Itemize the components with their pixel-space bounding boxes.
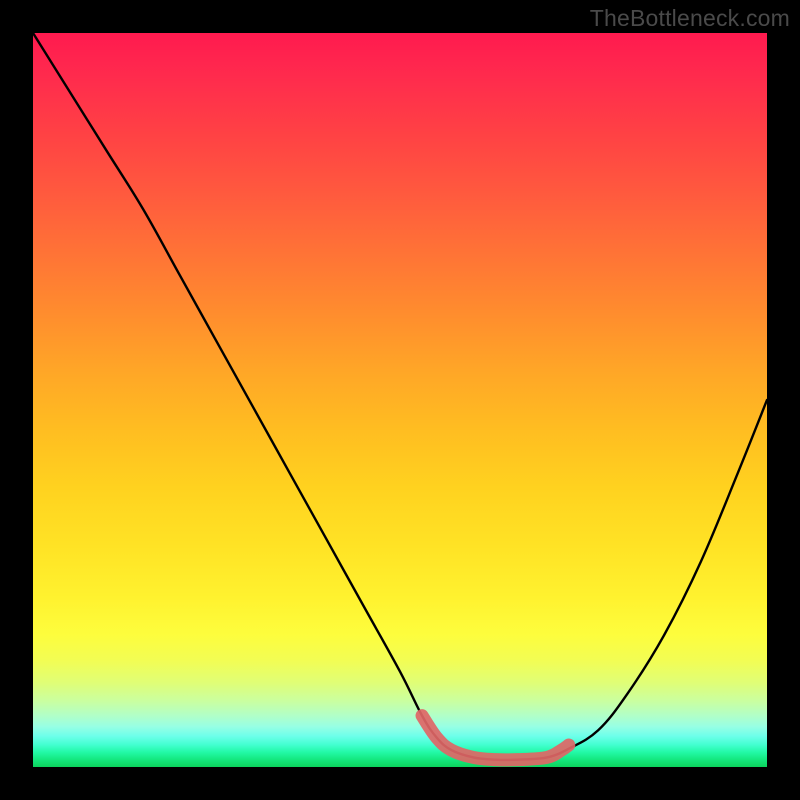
curve-layer [33, 33, 767, 767]
plot-area [33, 33, 767, 767]
bottleneck-curve [33, 33, 767, 760]
chart-container: TheBottleneck.com [0, 0, 800, 800]
highlight-band [422, 716, 569, 760]
watermark-text: TheBottleneck.com [590, 5, 790, 32]
